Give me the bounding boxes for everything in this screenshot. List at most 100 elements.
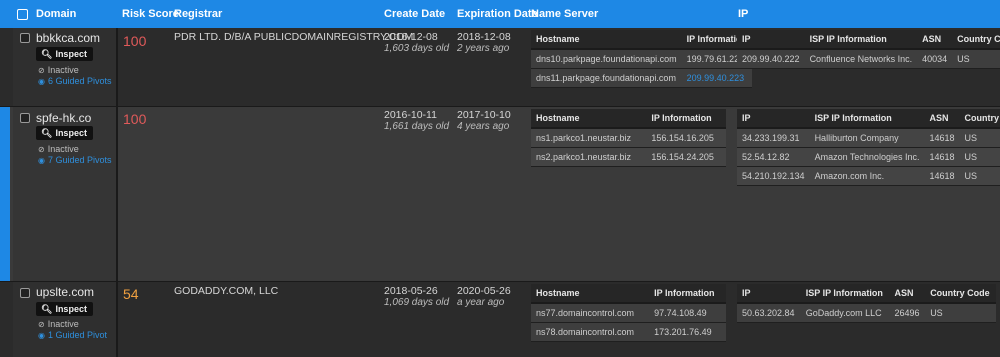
ns-hostname[interactable]: dns11.parkpage.foundationapi.com <box>531 68 682 88</box>
country-header: Country Code <box>952 30 1000 50</box>
row-divider <box>0 106 1000 107</box>
col-domain[interactable]: Domain <box>36 0 76 28</box>
ip-address[interactable]: 34.233.199.31 <box>737 128 810 148</box>
isp-info[interactable]: Amazon Technologies Inc. <box>809 147 925 167</box>
ns-ip[interactable]: 173.201.76.49 <box>649 322 726 342</box>
country-code[interactable]: US <box>959 147 1000 167</box>
ip-address[interactable]: 52.54.12.82 <box>737 147 810 167</box>
ns-ip[interactable]: 209.99.40.223 <box>681 68 752 88</box>
registrar-name: PDR LTD. D/B/A PUBLICDOMAINREGISTRY.COM <box>174 31 414 43</box>
isp-header: ISP IP Information <box>809 109 925 129</box>
domain-name[interactable]: upslte.com <box>36 285 94 299</box>
col-registrar[interactable]: Registrar <box>174 0 222 28</box>
inspect-button[interactable]: 🔍︎ Inspect <box>36 302 93 316</box>
guided-pivots-link[interactable]: ◉ 1 Guided Pivot <box>38 330 107 340</box>
guided-pivots-link[interactable]: ◉ 6 Guided Pivots <box>38 76 112 86</box>
inactive-icon: ⊘ <box>38 145 45 154</box>
asn[interactable]: 14618 <box>924 128 960 148</box>
pivot-icon: ◉ <box>38 156 45 165</box>
ip-table: IPISP IP InformationASNCountry Code 209.… <box>737 30 1000 69</box>
col-risk-score[interactable]: Risk Score <box>122 0 179 28</box>
isp-header: ISP IP Information <box>804 30 918 50</box>
guided-pivots-link[interactable]: ◉ 7 Guided Pivots <box>38 155 112 165</box>
ns-hostname[interactable]: dns10.parkpage.foundationapi.com <box>531 49 682 69</box>
expiration-date: 2018-12-08 <box>457 31 511 43</box>
inspect-button[interactable]: 🔍︎ Inspect <box>36 126 93 140</box>
status-text: ⊘ Inactive <box>38 144 79 154</box>
select-all-checkbox[interactable] <box>17 9 28 20</box>
expiration-date: 2017-10-10 <box>457 109 511 121</box>
col-expiration-date[interactable]: Expiration Date <box>457 0 538 28</box>
table-row: 34.233.199.31 Halliburton Company 14618 US <box>737 128 1000 148</box>
name-server-table: Hostname IP Information dns10.parkpage.fo… <box>531 30 752 88</box>
asn[interactable]: 14618 <box>924 166 960 186</box>
table-row[interactable]: upslte.com 🔍︎ Inspect ⊘ Inactive ◉ 1 Guided… <box>0 281 1000 357</box>
status-text: ⊘ Inactive <box>38 319 79 329</box>
col-name-server[interactable]: Name Server <box>531 0 598 28</box>
isp-info[interactable]: Amazon.com Inc. <box>809 166 925 186</box>
status-text: ⊘ Inactive <box>38 65 79 75</box>
isp-info[interactable]: Confluence Networks Inc. <box>804 49 918 69</box>
table-row[interactable]: bbkkca.com 🔍︎ Inspect ⊘ Inactive ◉ 6 Guided… <box>0 28 1000 106</box>
ns-hostname-header: Hostname <box>531 284 650 304</box>
ns-hostname[interactable]: ns1.parkco1.neustar.biz <box>531 128 647 148</box>
table-header: Domain Risk Score Registrar Create Date … <box>0 0 1000 28</box>
risk-score: 54 <box>123 286 139 302</box>
search-icon: 🔍︎ <box>41 128 53 138</box>
table-row: 52.54.12.82 Amazon Technologies Inc. 14618… <box>737 147 1000 167</box>
country-code[interactable]: US <box>952 49 1000 69</box>
create-date: 2016-10-11 <box>384 109 437 121</box>
ip-address[interactable]: 209.99.40.222 <box>737 49 805 69</box>
ns-hostname[interactable]: ns78.domaincontrol.com <box>531 322 650 342</box>
table-row: ns78.domaincontrol.com 173.201.76.49 <box>531 322 726 342</box>
row-checkbox[interactable] <box>20 113 30 123</box>
isp-header: ISP IP Information <box>800 284 890 304</box>
ns-hostname[interactable]: ns77.domaincontrol.com <box>531 303 650 323</box>
inspect-label: Inspect <box>55 304 87 314</box>
inspect-label: Inspect <box>55 49 87 59</box>
inspect-button[interactable]: 🔍︎ Inspect <box>36 47 93 61</box>
expiration-age: 4 years ago <box>457 121 510 132</box>
col-create-date[interactable]: Create Date <box>384 0 445 28</box>
country-code[interactable]: US <box>959 166 1000 186</box>
registrar-name: GODADDY.COM, LLC <box>174 285 279 297</box>
ns-ip[interactable]: 97.74.108.49 <box>649 303 726 323</box>
ip-address[interactable]: 50.63.202.84 <box>737 303 801 323</box>
asn[interactable]: 40034 <box>917 49 953 69</box>
row-checkbox[interactable] <box>20 288 30 298</box>
country-code[interactable]: US <box>925 303 996 323</box>
asn[interactable]: 14618 <box>924 147 960 167</box>
status-label: Inactive <box>47 319 79 329</box>
row-checkbox[interactable] <box>20 33 30 43</box>
row-divider <box>0 281 1000 282</box>
isp-info[interactable]: GoDaddy.com LLC <box>800 303 890 323</box>
ns-hostname[interactable]: ns2.parkco1.neustar.biz <box>531 147 647 167</box>
create-age: 1,661 days old <box>384 121 450 132</box>
country-code[interactable]: US <box>959 128 1000 148</box>
inspect-label: Inspect <box>55 128 87 138</box>
isp-info[interactable]: Halliburton Company <box>809 128 925 148</box>
ns-ip[interactable]: 156.154.16.205 <box>646 128 726 148</box>
ip-header: IP <box>737 109 810 129</box>
ip-address[interactable]: 54.210.192.134 <box>737 166 810 186</box>
create-date: 2018-05-26 <box>384 285 438 297</box>
table-row: ns77.domaincontrol.com 97.74.108.49 <box>531 303 726 323</box>
ip-header: IP <box>737 30 805 50</box>
pivot-icon: ◉ <box>38 331 45 340</box>
asn[interactable]: 26496 <box>889 303 926 323</box>
domain-name[interactable]: spfe-hk.co <box>36 111 91 125</box>
create-age: 1,069 days old <box>384 297 450 308</box>
name-server-table: Hostname IP Information ns77.domaincontro… <box>531 284 726 342</box>
table-row: ns2.parkco1.neustar.biz 156.154.24.205 <box>531 147 726 167</box>
ns-ip-header: IP Information <box>646 109 726 129</box>
ns-hostname-header: Hostname <box>531 30 682 50</box>
create-age: 1,603 days old <box>384 43 450 54</box>
expiration-date: 2020-05-26 <box>457 285 511 297</box>
pivots-label: 7 Guided Pivots <box>47 155 112 165</box>
ns-ip[interactable]: 156.154.24.205 <box>646 147 726 167</box>
table-row: dns11.parkpage.foundationapi.com 209.99.4… <box>531 68 752 88</box>
country-header: Country Code <box>959 109 1000 129</box>
table-row[interactable]: spfe-hk.co 🔍︎ Inspect ⊘ Inactive ◉ 7 Guided… <box>0 106 1000 281</box>
col-ip[interactable]: IP <box>738 0 748 28</box>
domain-name[interactable]: bbkkca.com <box>36 31 100 45</box>
